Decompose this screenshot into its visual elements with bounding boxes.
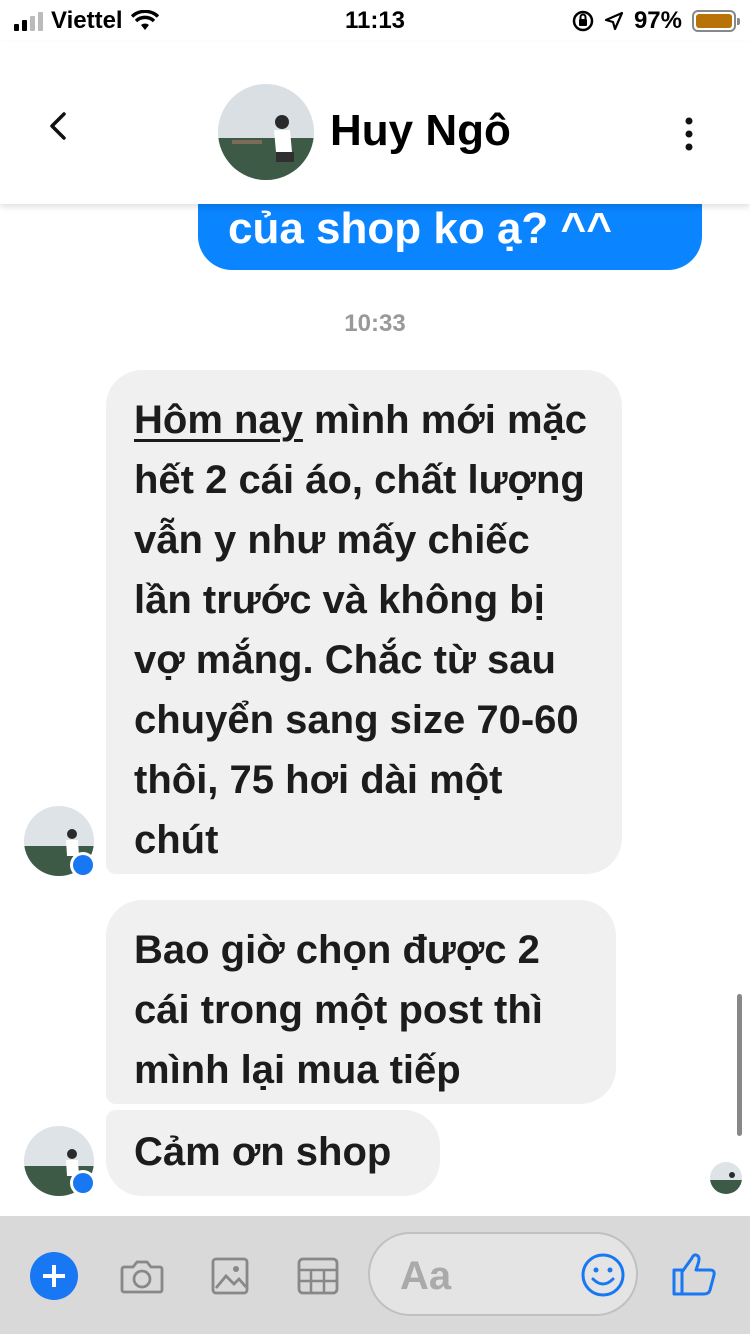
thumbs-up-icon[interactable]: [668, 1248, 720, 1300]
message-input[interactable]: Aa: [368, 1232, 638, 1316]
conversation-header: Huy Ngô: [0, 42, 750, 204]
plus-icon[interactable]: [30, 1252, 78, 1300]
more-options-icon[interactable]: [684, 116, 694, 152]
battery-icon: [692, 10, 740, 32]
status-bar: Viettel 11:13 97%: [0, 0, 750, 42]
incoming-message-text: mình mới mặc hết 2 cái áo, chất lượng vẫ…: [134, 398, 587, 862]
messenger-badge-icon: [70, 852, 96, 878]
message-input-placeholder: Aa: [400, 1254, 452, 1298]
message-list[interactable]: của shop ko ạ? ^^ 10:33 Hôm nay mình mới…: [0, 204, 750, 1216]
outgoing-message-text: của shop ko ạ? ^^: [228, 204, 612, 253]
sticker-icon[interactable]: [294, 1252, 342, 1300]
contact-avatar[interactable]: [218, 84, 314, 180]
incoming-message[interactable]: Hôm nay mình mới mặc hết 2 cái áo, chất …: [106, 370, 622, 874]
image-icon[interactable]: [206, 1252, 254, 1300]
composer-bar: Aa: [0, 1216, 750, 1334]
messenger-badge-icon: [70, 1170, 96, 1196]
incoming-message-text: Cảm ơn shop: [134, 1130, 392, 1174]
message-timestamp: 10:33: [344, 310, 406, 337]
underlined-text: Hôm nay: [134, 398, 303, 442]
incoming-message[interactable]: Bao giờ chọn được 2 cái trong một post t…: [106, 900, 616, 1104]
scrollbar[interactable]: [737, 994, 742, 1136]
orientation-lock-icon: [572, 10, 594, 32]
incoming-message-text: Bao giờ chọn được 2 cái trong một post t…: [134, 928, 543, 1092]
incoming-message[interactable]: Cảm ơn shop: [106, 1110, 440, 1196]
battery-percent: 97%: [633, 7, 682, 34]
location-icon: [604, 11, 624, 31]
outgoing-message[interactable]: của shop ko ạ? ^^: [198, 204, 702, 270]
contact-name[interactable]: Huy Ngô: [330, 106, 511, 156]
emoji-icon[interactable]: [580, 1252, 626, 1298]
camera-icon[interactable]: [118, 1252, 166, 1300]
seen-receipt-avatar: [710, 1162, 742, 1194]
back-chevron-icon[interactable]: [44, 112, 72, 140]
status-right: 97%: [572, 7, 740, 35]
